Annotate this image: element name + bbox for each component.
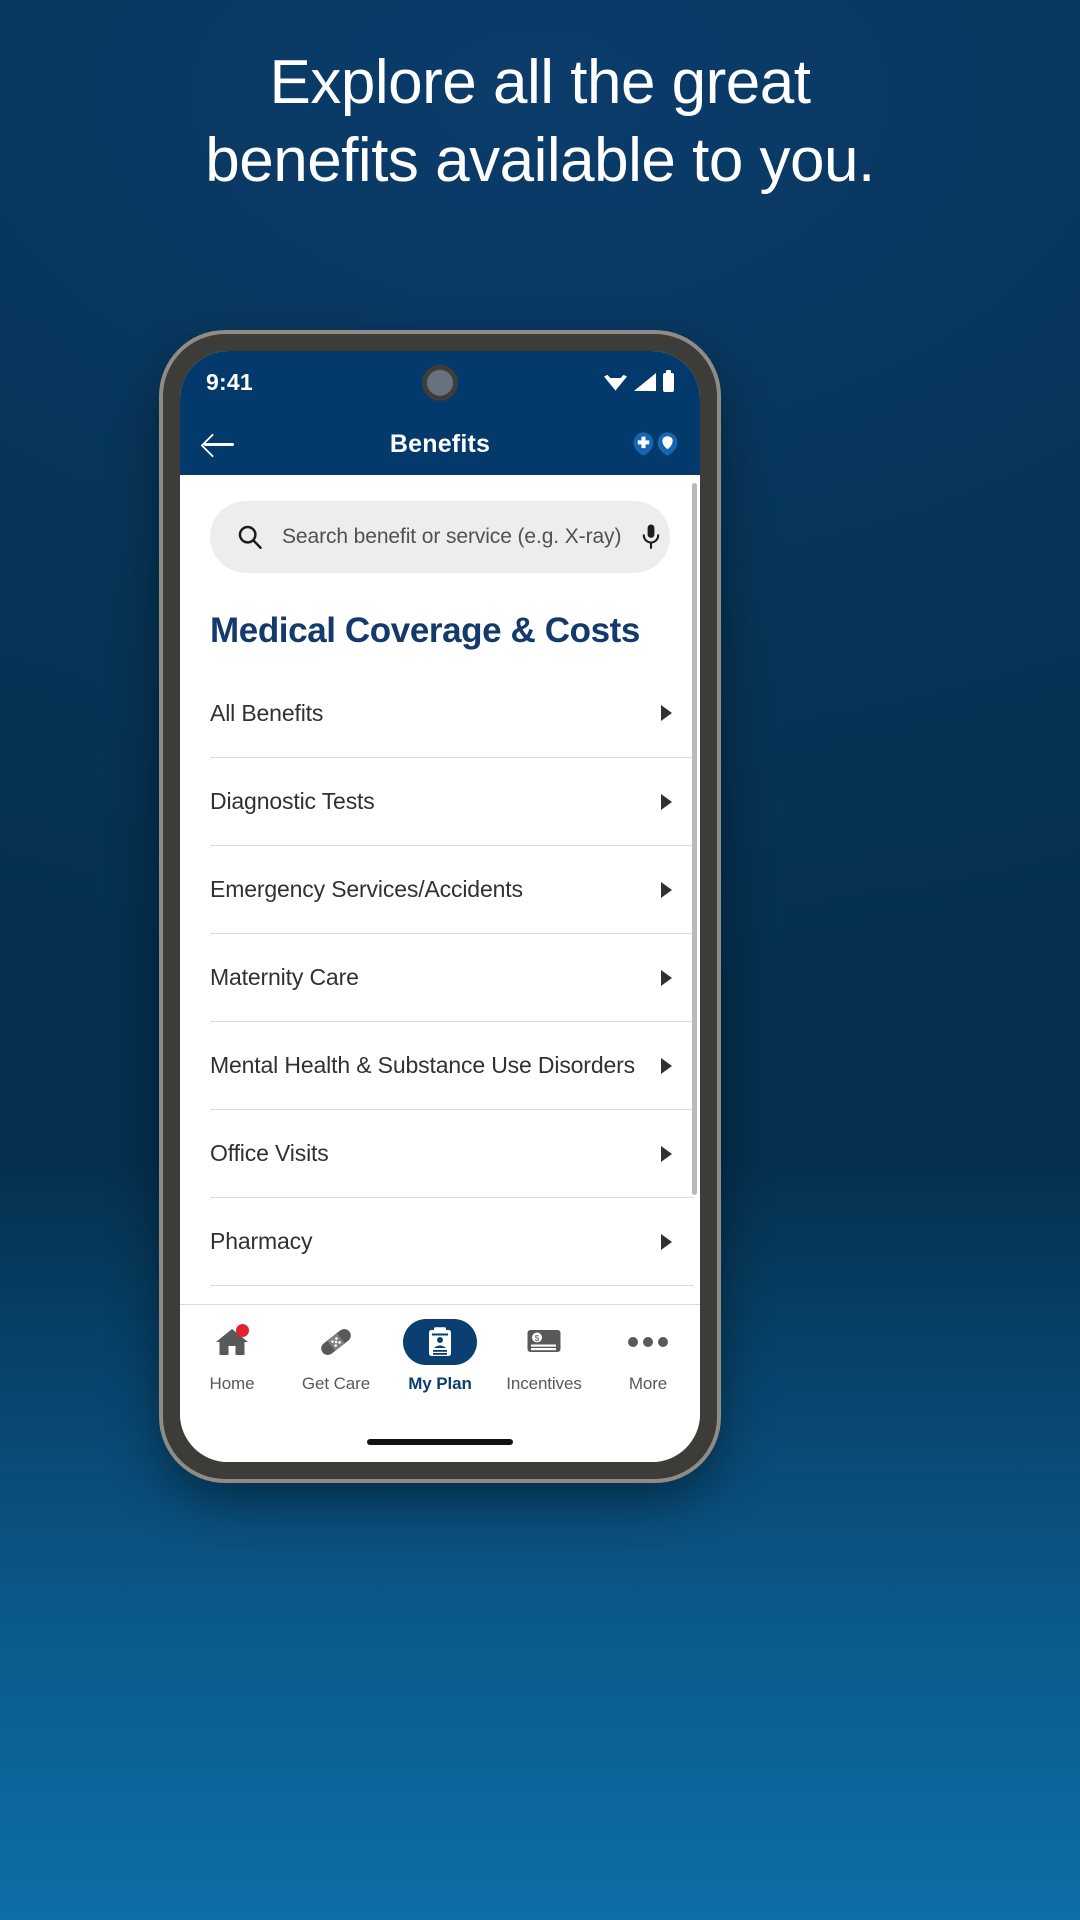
chevron-right-icon bbox=[661, 1145, 672, 1162]
status-bar-clock: 9:41 bbox=[206, 368, 253, 395]
bottom-navigation: Home Get Care My Plan $ Incentives More bbox=[180, 1304, 700, 1422]
benefit-label: Office Visits bbox=[210, 1140, 329, 1166]
benefit-label: Mental Health & Substance Use Disorders bbox=[210, 1052, 635, 1078]
nav-item-more[interactable]: More bbox=[596, 1319, 700, 1394]
phone-screen: 9:41 Benefits Search benefit or service … bbox=[180, 351, 700, 1462]
nav-item-home[interactable]: Home bbox=[180, 1319, 284, 1394]
list-item[interactable]: Office Visits bbox=[210, 1109, 694, 1197]
nav-item-get-care[interactable]: Get Care bbox=[284, 1319, 388, 1394]
home-indicator-bar bbox=[367, 1439, 513, 1445]
phone-frame: 9:41 Benefits Search benefit or service … bbox=[163, 334, 717, 1479]
benefit-list: All Benefits Diagnostic Tests Emergency … bbox=[180, 669, 700, 1304]
nav-label-get-care: Get Care bbox=[301, 1374, 371, 1393]
promo-screenshot: Explore all the great benefits available… bbox=[0, 0, 1080, 1920]
svg-text:$: $ bbox=[535, 1334, 540, 1343]
notification-badge bbox=[236, 1324, 249, 1337]
list-item[interactable]: All Benefits bbox=[210, 669, 694, 757]
search-placeholder-text: Search benefit or service (e.g. X-ray) bbox=[282, 525, 622, 548]
list-item[interactable]: Emergency Services/Accidents bbox=[210, 845, 694, 933]
page-title: Benefits bbox=[389, 429, 491, 458]
list-item[interactable]: Mental Health & Substance Use Disorders bbox=[210, 1021, 694, 1109]
benefit-label: Pharmacy bbox=[210, 1228, 313, 1254]
nav-item-incentives[interactable]: $ Incentives bbox=[492, 1319, 596, 1394]
chevron-right-icon bbox=[661, 881, 672, 898]
chevron-right-icon bbox=[661, 705, 672, 721]
status-bar-icons bbox=[604, 369, 674, 392]
nav-label-incentives: Incentives bbox=[506, 1374, 582, 1393]
battery-icon bbox=[663, 369, 674, 392]
benefit-label: Emergency Services/Accidents bbox=[210, 876, 523, 902]
search-input[interactable]: Search benefit or service (e.g. X-ray) bbox=[210, 501, 670, 573]
my-plan-icon-box bbox=[403, 1319, 477, 1365]
search-icon bbox=[238, 525, 262, 549]
list-item[interactable]: Pharmacy bbox=[210, 1197, 694, 1285]
status-bar: 9:41 bbox=[180, 351, 700, 413]
nav-label-more: More bbox=[628, 1374, 668, 1393]
nav-label-home: Home bbox=[209, 1374, 255, 1393]
get-care-icon-box bbox=[299, 1319, 373, 1365]
back-arrow-icon[interactable] bbox=[202, 428, 238, 460]
promo-headline: Explore all the great benefits available… bbox=[0, 44, 1080, 200]
chevron-right-icon bbox=[661, 1057, 672, 1074]
benefit-label: Maternity Care bbox=[210, 964, 359, 990]
blue-cross-blue-shield-logo bbox=[633, 432, 678, 456]
wifi-icon bbox=[604, 374, 627, 391]
clipboard-icon bbox=[429, 1327, 451, 1356]
benefits-content: Search benefit or service (e.g. X-ray) M… bbox=[180, 475, 700, 1304]
money-card-icon: $ bbox=[527, 1330, 561, 1352]
front-camera-punch-hole bbox=[422, 364, 458, 401]
blue-cross-icon bbox=[633, 432, 654, 456]
home-indicator bbox=[180, 1422, 700, 1462]
headline-line-2: benefits available to you. bbox=[205, 126, 875, 195]
vertical-scrollbar[interactable] bbox=[692, 483, 697, 1195]
benefit-label: All Benefits bbox=[210, 699, 324, 726]
chevron-right-icon bbox=[661, 793, 672, 810]
nav-item-my-plan[interactable]: My Plan bbox=[388, 1319, 492, 1394]
app-header: Benefits bbox=[180, 413, 700, 475]
section-title: Medical Coverage & Costs bbox=[210, 611, 640, 650]
blue-shield-icon bbox=[657, 432, 678, 456]
microphone-icon[interactable] bbox=[639, 523, 663, 551]
bandage-icon bbox=[321, 1329, 351, 1355]
list-item[interactable]: Maternity Care bbox=[210, 933, 694, 1021]
list-item[interactable]: Preventive Care bbox=[210, 1285, 694, 1304]
cellular-signal-icon bbox=[634, 373, 656, 391]
nav-label-my-plan: My Plan bbox=[408, 1374, 472, 1393]
benefit-label: Diagnostic Tests bbox=[210, 788, 375, 814]
chevron-right-icon bbox=[661, 1233, 672, 1250]
home-icon-box bbox=[195, 1319, 269, 1365]
list-item[interactable]: Diagnostic Tests bbox=[210, 757, 694, 845]
ellipsis-icon bbox=[628, 1337, 668, 1347]
headline-line-1: Explore all the great bbox=[269, 48, 811, 117]
incentives-icon-box: $ bbox=[507, 1319, 581, 1365]
chevron-right-icon bbox=[661, 969, 672, 986]
more-icon-box bbox=[611, 1319, 685, 1365]
search-section: Search benefit or service (e.g. X-ray) bbox=[180, 475, 700, 583]
